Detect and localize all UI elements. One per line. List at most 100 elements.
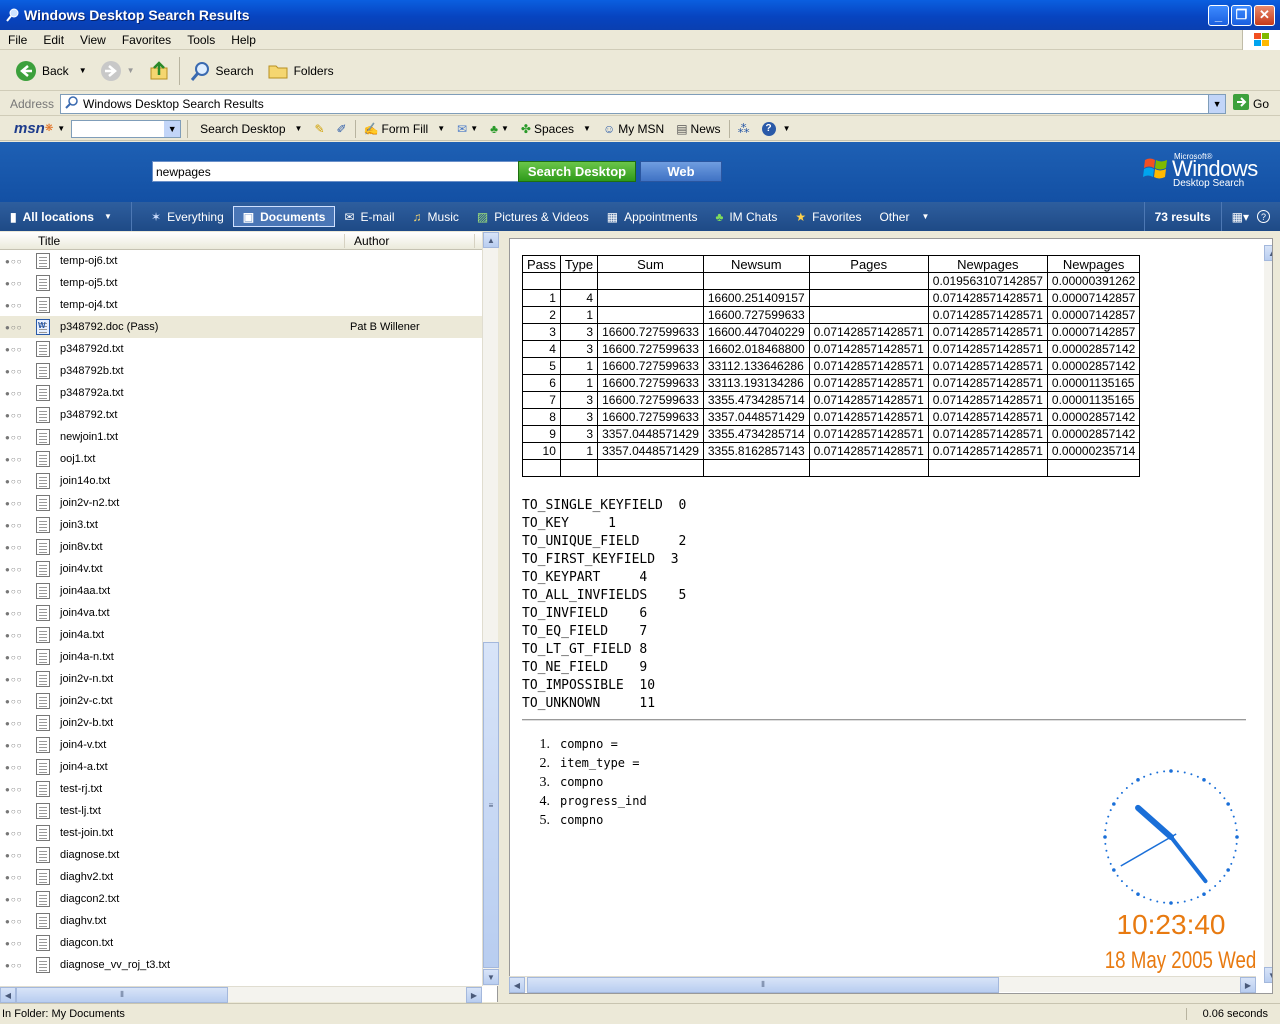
scroll-right-arrow-icon[interactable]: ▶ — [1240, 977, 1256, 993]
web-search-button[interactable]: Web — [640, 161, 722, 182]
tab-everything[interactable]: ✶ Everything — [142, 206, 233, 227]
folders-button[interactable]: Folders — [260, 55, 340, 87]
highlight-toggle-button[interactable]: ⁂ — [732, 122, 756, 136]
table-row[interactable]: ●○○ join2v-b.txt — [0, 712, 482, 734]
address-dropdown-icon[interactable]: ▼ — [1208, 94, 1226, 113]
table-row[interactable]: ●○○ test-join.txt — [0, 822, 482, 844]
table-row[interactable]: ●○○ test-rj.txt — [0, 778, 482, 800]
chevron-down-icon[interactable]: ▼ — [783, 124, 791, 133]
maximize-button[interactable]: ❐ — [1231, 4, 1252, 26]
spaces-button[interactable]: ✤ Spaces ▼ — [515, 122, 597, 136]
chevron-down-icon[interactable]: ▼ — [583, 124, 591, 133]
chevron-down-icon[interactable]: ▼ — [501, 124, 509, 133]
vertical-scrollbar[interactable]: ▲ ≡ ▼ — [482, 232, 499, 986]
horizontal-scrollbar[interactable]: ◀ ⦀ ▶ — [0, 986, 482, 1003]
column-title[interactable]: Title — [38, 233, 345, 248]
tab-im-chats[interactable]: ♣ IM Chats — [706, 206, 786, 227]
msn-logo[interactable]: msn — [0, 120, 45, 137]
chevron-down-icon[interactable]: ▼ — [470, 124, 478, 133]
table-row[interactable]: ●○○ join8v.txt — [0, 536, 482, 558]
tab-other[interactable]: Other ▼ — [870, 206, 938, 227]
table-row[interactable]: ●○○ diaghv2.txt — [0, 866, 482, 888]
location-selector[interactable]: ▮ All locations ▼ — [0, 202, 132, 231]
news-button[interactable]: ▤ News — [670, 122, 726, 136]
column-author[interactable]: Author — [345, 233, 475, 248]
table-row[interactable]: ●○○ join2v-n2.txt — [0, 492, 482, 514]
menu-tools[interactable]: Tools — [179, 33, 223, 47]
tab-music[interactable]: ♫ Music — [404, 206, 468, 227]
table-row[interactable]: ●○○ ooj1.txt — [0, 448, 482, 470]
scroll-up-arrow-icon[interactable]: ▲ — [483, 232, 499, 248]
tab-pictures-videos[interactable]: ▨ Pictures & Videos — [468, 206, 598, 227]
chevron-down-icon[interactable]: ▼ — [164, 120, 181, 137]
chevron-down-icon[interactable]: ▼ — [437, 124, 445, 133]
mail-button[interactable]: ✉ ▼ — [451, 122, 484, 136]
table-row[interactable]: ●○○ newjoin1.txt — [0, 426, 482, 448]
table-row[interactable]: ●○○ diaghv.txt — [0, 910, 482, 932]
tab-documents[interactable]: ▣ Documents — [232, 206, 336, 227]
menu-favorites[interactable]: Favorites — [114, 33, 179, 47]
table-row[interactable]: ●○○ join2v-n.txt — [0, 668, 482, 690]
up-folder-button[interactable] — [141, 55, 177, 87]
go-button[interactable]: Go — [1232, 93, 1269, 114]
table-row[interactable]: ●○○ join4-v.txt — [0, 734, 482, 756]
forward-button[interactable]: ▼ — [93, 55, 141, 87]
table-row[interactable]: ●○○ p348792a.txt — [0, 382, 482, 404]
search-button[interactable]: Search — [182, 55, 260, 87]
table-row[interactable]: ●○○ p348792b.txt — [0, 360, 482, 382]
scroll-left-arrow-icon[interactable]: ◀ — [509, 977, 525, 993]
menu-edit[interactable]: Edit — [35, 33, 72, 47]
chevron-down-icon[interactable]: ▼ — [127, 66, 135, 75]
table-row[interactable]: ●○○ join4v.txt — [0, 558, 482, 580]
address-input[interactable]: Windows Desktop Search Results ▼ — [60, 93, 1227, 114]
scroll-down-arrow-icon[interactable]: ▼ — [483, 969, 499, 985]
view-options-icon[interactable]: ▦▾ — [1232, 210, 1249, 224]
table-row[interactable]: ●○○ diagnose.txt — [0, 844, 482, 866]
scroll-thumb-horizontal[interactable]: ⦀ — [16, 987, 228, 1003]
table-row[interactable]: ●○○ join14o.txt — [0, 470, 482, 492]
table-row[interactable]: ●○○ join4a.txt — [0, 624, 482, 646]
tab-favorites[interactable]: ★ Favorites — [786, 206, 870, 227]
highlight-button[interactable]: ✎ — [308, 122, 330, 136]
desktop-search-input[interactable] — [152, 161, 520, 182]
table-row[interactable]: ●○○ temp-oj6.txt — [0, 250, 482, 272]
scroll-thumb-horizontal[interactable]: ⦀ — [527, 977, 999, 993]
edit-button[interactable]: ✐ — [331, 122, 353, 136]
chevron-down-icon[interactable]: ▼ — [921, 212, 929, 221]
messenger-button[interactable]: ♣ ▼ — [484, 122, 515, 136]
table-row[interactable]: ●○○ join4-a.txt — [0, 756, 482, 778]
table-row[interactable]: ●○○ p348792d.txt — [0, 338, 482, 360]
table-row[interactable]: ●○○ temp-oj5.txt — [0, 272, 482, 294]
msn-search-input[interactable]: ▼ — [71, 119, 182, 138]
chevron-down-icon[interactable]: ▼ — [104, 212, 112, 221]
table-row[interactable]: ●○○ p348792.txt — [0, 404, 482, 426]
chevron-down-icon[interactable]: ▼ — [57, 124, 65, 133]
back-button[interactable]: Back ▼ — [8, 55, 93, 87]
table-row[interactable]: ●○○ diagcon.txt — [0, 932, 482, 954]
table-row[interactable]: ●○○ join2v-c.txt — [0, 690, 482, 712]
scroll-thumb[interactable]: ≡ — [483, 642, 499, 968]
scroll-left-arrow-icon[interactable]: ◀ — [0, 987, 16, 1003]
preview-vertical-scrollbar[interactable]: ▲ ▼ — [1264, 245, 1272, 983]
table-row[interactable]: ●○○ diagnose_vv_roj_t3.txt — [0, 954, 482, 976]
table-row[interactable]: ●○○ temp-oj4.txt — [0, 294, 482, 316]
help-button[interactable]: ? ▼ — [756, 121, 797, 136]
my-msn-button[interactable]: ☺ My MSN — [597, 122, 670, 136]
table-row[interactable]: ●○○ join4va.txt — [0, 602, 482, 624]
preview-horizontal-scrollbar[interactable]: ◀ ⦀ ▶ — [509, 976, 1256, 993]
menu-file[interactable]: File — [0, 33, 35, 47]
close-button[interactable]: ✕ — [1254, 4, 1275, 26]
menu-help[interactable]: Help — [223, 33, 264, 47]
help-icon[interactable]: ? — [1257, 210, 1270, 223]
table-row[interactable]: ●○○ join3.txt — [0, 514, 482, 536]
tab-appointments[interactable]: ▦ Appointments — [598, 206, 707, 227]
menu-view[interactable]: View — [72, 33, 114, 47]
table-row[interactable]: ●○○ join4a-n.txt — [0, 646, 482, 668]
scroll-down-arrow-icon[interactable]: ▼ — [1264, 967, 1272, 983]
chevron-down-icon[interactable]: ▼ — [79, 66, 87, 75]
minimize-button[interactable]: _ — [1208, 4, 1229, 26]
tab-email[interactable]: ✉ E-mail — [335, 206, 403, 227]
table-row[interactable]: ●○○ join4aa.txt — [0, 580, 482, 602]
form-fill-button[interactable]: ✍ Form Fill ▼ — [358, 122, 452, 136]
search-desktop-button-main[interactable]: Search Desktop — [518, 161, 636, 182]
